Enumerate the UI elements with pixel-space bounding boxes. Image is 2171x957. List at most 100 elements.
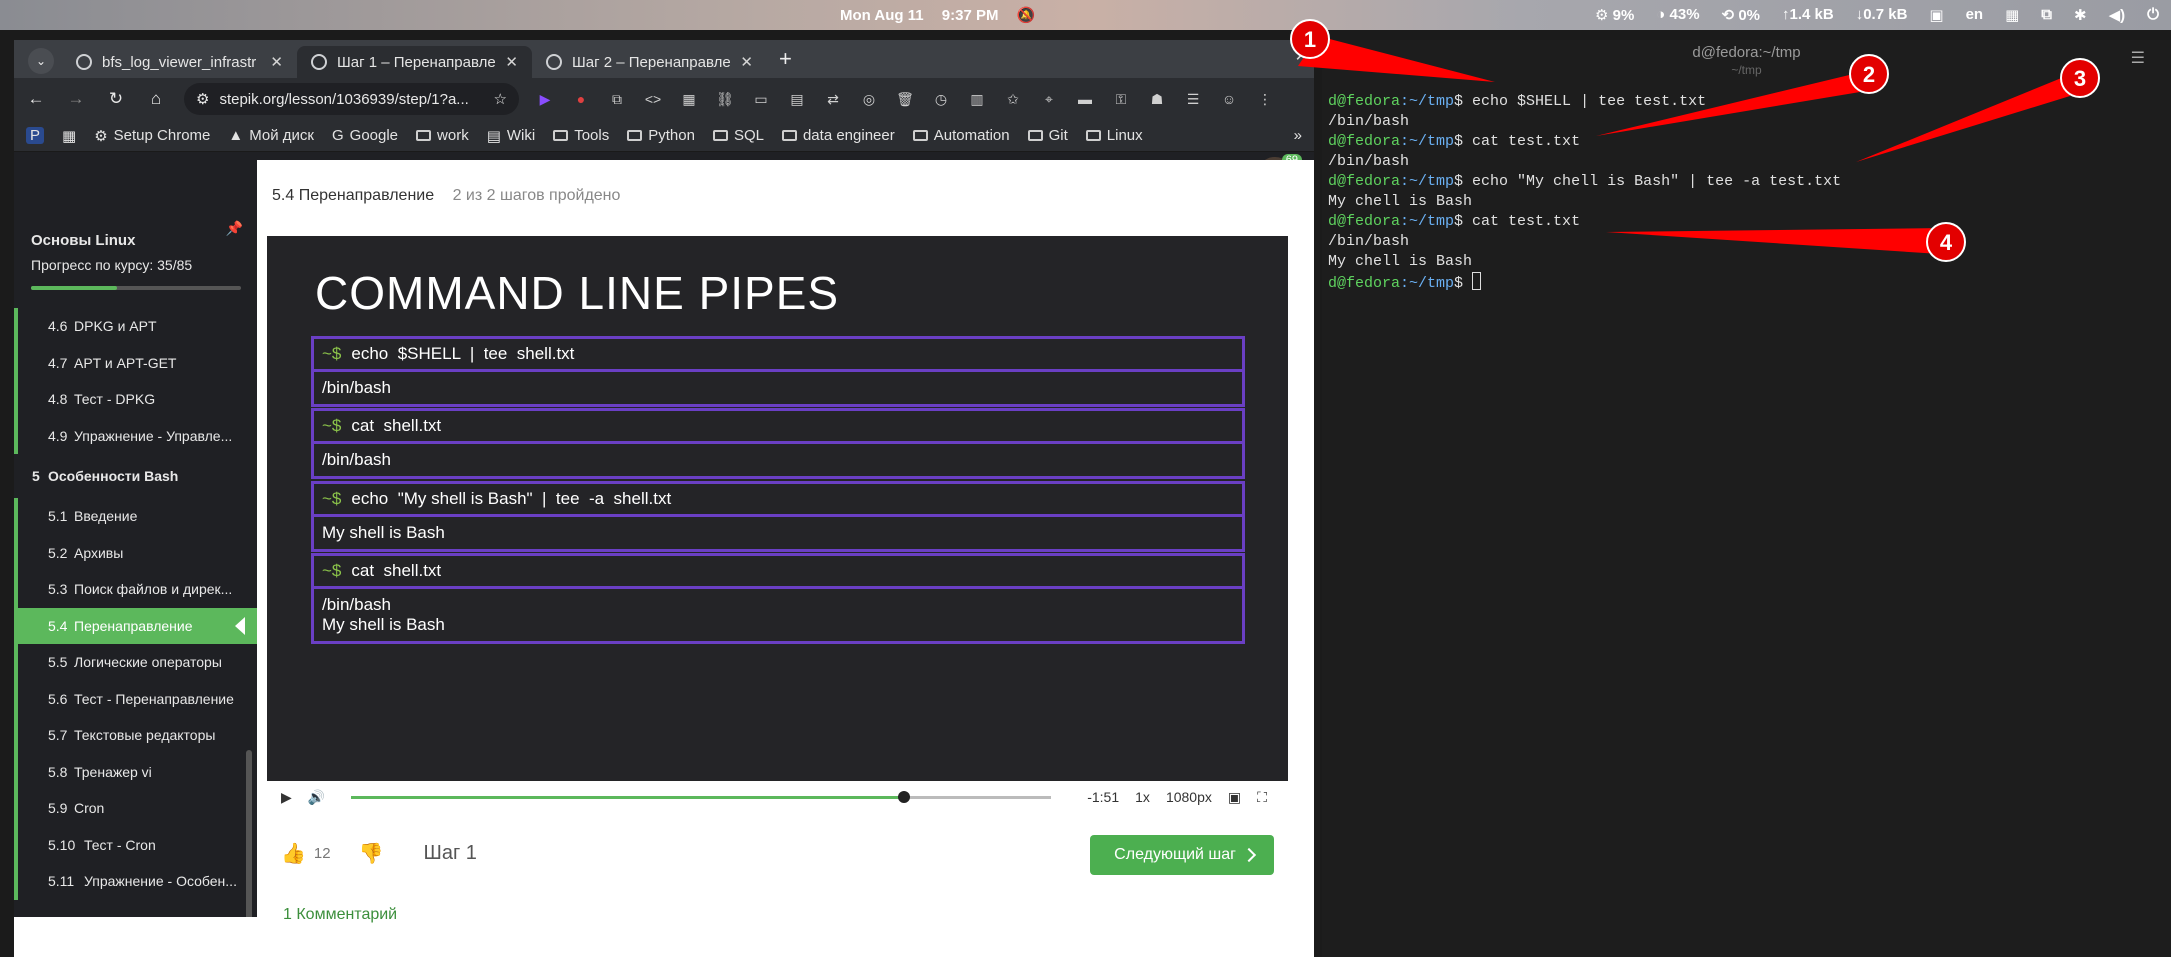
- location-icon[interactable]: ⌖: [1039, 89, 1059, 109]
- bookmark-folder-tools[interactable]: Tools: [553, 127, 609, 144]
- tab-step-2[interactable]: Шаг 2 – Перенаправле ✕: [532, 46, 767, 78]
- sidebar-item[interactable]: 5.10 Тест - Cron: [14, 826, 257, 863]
- volume-icon[interactable]: 🔊: [308, 789, 325, 806]
- cpu-indicator[interactable]: ⚙ 9%: [1595, 6, 1634, 24]
- bookmark-drive[interactable]: ▲ Мой диск: [228, 127, 314, 144]
- seek-bar[interactable]: [351, 790, 1052, 803]
- video-player[interactable]: COMMAND LINE PIPES ~$ echo $SHELL | tee s…: [267, 236, 1288, 781]
- sidebar-item[interactable]: 4.9 Упражнение - Управле...: [14, 417, 257, 454]
- bluetooth-icon[interactable]: ✱: [2074, 6, 2087, 24]
- screenshot-icon[interactable]: ◎: [859, 89, 879, 109]
- sidebar-section[interactable]: 6Доступ и права: [14, 900, 257, 918]
- reload-icon[interactable]: ↻: [104, 89, 128, 109]
- bookmark-folder-python[interactable]: Python: [627, 127, 695, 144]
- sidebar-item[interactable]: 5.11 Упражнение - Особен...: [14, 863, 257, 900]
- bookmark-folder-git[interactable]: Git: [1027, 127, 1068, 144]
- extension-circle-icon[interactable]: ●: [571, 89, 591, 109]
- bookmark-star-icon[interactable]: ☆: [494, 90, 507, 108]
- translate-icon[interactable]: ⇄: [823, 89, 843, 109]
- sidebar-item[interactable]: 5.2 Архивы: [14, 534, 257, 571]
- address-bar[interactable]: ⚙ stepik.org/lesson/1036939/step/1?a... …: [184, 83, 519, 115]
- bookmark-p-icon[interactable]: P: [26, 127, 45, 144]
- link-icon[interactable]: ⛓: [715, 89, 735, 109]
- net-up-indicator[interactable]: ↑1.4 kB: [1782, 6, 1834, 24]
- key-icon[interactable]: ⚿: [1111, 89, 1131, 109]
- apps-icon[interactable]: ▤: [787, 89, 807, 109]
- bookmark-folder-data-engineer[interactable]: data engineer: [781, 127, 895, 144]
- network-icon[interactable]: ⧉: [2041, 6, 2052, 24]
- card-icon[interactable]: ▬: [1075, 89, 1095, 109]
- site-settings-icon[interactable]: ⚙: [196, 90, 209, 108]
- next-step-button[interactable]: Следующий шаг: [1090, 835, 1274, 875]
- trash-icon[interactable]: 🗑: [895, 89, 915, 109]
- bookmark-folder-work[interactable]: work: [416, 127, 469, 144]
- sidebar-section[interactable]: 5 Особенности Bash: [14, 454, 257, 498]
- browser-menu-icon[interactable]: ⋮: [1255, 89, 1275, 109]
- sidebar-item[interactable]: 5.6 Тест - Перенаправление: [14, 680, 257, 717]
- sidebar-item[interactable]: 4.8 Тест - DPKG: [14, 381, 257, 418]
- new-tab-button[interactable]: +: [779, 46, 792, 72]
- language-indicator[interactable]: en: [1966, 6, 1984, 24]
- comments-link[interactable]: 1 Комментарий: [283, 906, 397, 924]
- bookmarks-overflow-icon[interactable]: »: [1294, 127, 1302, 144]
- sidebar-scrollbar[interactable]: [246, 750, 252, 917]
- star-extension-icon[interactable]: ✩: [1003, 89, 1023, 109]
- speed-button[interactable]: 1x: [1135, 789, 1150, 805]
- profile-avatar-icon[interactable]: ☺: [1219, 89, 1239, 109]
- code-icon[interactable]: <>: [643, 89, 663, 109]
- home-icon[interactable]: ⌂: [144, 89, 168, 109]
- pip-icon[interactable]: ▣: [1228, 789, 1241, 806]
- play-icon[interactable]: ▶: [281, 789, 292, 806]
- tab-bfs-log-viewer[interactable]: bfs_log_viewer_infrastr ✕: [62, 46, 297, 78]
- net-down-indicator[interactable]: ↓0.7 kB: [1856, 6, 1908, 24]
- sidebar-item[interactable]: 5.1 Введение: [14, 498, 257, 535]
- extension-play-icon[interactable]: ▶: [535, 89, 555, 109]
- clipboard-icon[interactable]: ▣: [1929, 6, 1943, 24]
- tab-step-1[interactable]: Шаг 1 – Перенаправле ✕: [297, 46, 532, 78]
- sidebar-item[interactable]: 5.7 Текстовые редакторы: [14, 717, 257, 754]
- bookmark-folder-linux[interactable]: Linux: [1085, 127, 1143, 144]
- extension-puzzle-icon[interactable]: ⧉: [607, 89, 627, 109]
- sidebar-item[interactable]: 5.4 Перенаправление: [14, 607, 257, 644]
- tab-search-button[interactable]: ⌄: [28, 48, 54, 74]
- terminal-output[interactable]: d@fedora:~/tmp$ echo $SHELL | tee test.t…: [1328, 92, 1841, 294]
- sidebar-item[interactable]: 4.6 DPKG и APT: [14, 308, 257, 345]
- bookmark-google[interactable]: G Google: [332, 127, 398, 144]
- clock[interactable]: Mon Aug 11 9:37 PM 🔕: [840, 6, 1049, 24]
- sidebar-item[interactable]: 4.7 APT и APT-GET: [14, 344, 257, 381]
- pin-icon[interactable]: 📌: [226, 220, 243, 237]
- grid-icon[interactable]: ▦: [2005, 6, 2019, 24]
- table-icon[interactable]: ▦: [679, 89, 699, 109]
- like-icon[interactable]: 👍: [281, 841, 306, 866]
- volume-icon[interactable]: ◀): [2109, 6, 2126, 24]
- close-tab-icon[interactable]: ✕: [740, 53, 753, 71]
- sidebar-item[interactable]: 5.9 Cron: [14, 790, 257, 827]
- reader-icon[interactable]: ▭: [751, 89, 771, 109]
- reading-list-icon[interactable]: ☰: [1183, 89, 1203, 109]
- history-icon[interactable]: ◷: [931, 89, 951, 109]
- hamburger-menu-icon[interactable]: ☰: [2131, 48, 2145, 68]
- sidebar-item[interactable]: 5.5 Логические операторы: [14, 644, 257, 681]
- notifications-muted-icon[interactable]: 🔕: [1017, 7, 1036, 24]
- dislike-icon[interactable]: 👎: [359, 841, 384, 866]
- back-icon[interactable]: ←: [24, 89, 48, 109]
- terminal-window[interactable]: d@fedora:~/tmp ~/tmp ☰ d@fedora:~/tmp$ e…: [1322, 40, 2171, 957]
- fullscreen-icon[interactable]: ⛶: [1257, 789, 1267, 806]
- apps-grid-icon[interactable]: ▦: [62, 127, 76, 145]
- bookmark-wiki[interactable]: ▤ Wiki: [487, 127, 536, 145]
- swap-indicator[interactable]: ⟲ 0%: [1722, 6, 1760, 24]
- memory-indicator[interactable]: ◑ 43%: [1656, 6, 1699, 24]
- seek-handle[interactable]: [898, 790, 911, 803]
- quality-button[interactable]: 1080px: [1166, 789, 1212, 805]
- close-tab-icon[interactable]: ✕: [505, 53, 518, 71]
- window-close-icon[interactable]: ✕: [1295, 46, 1308, 66]
- close-tab-icon[interactable]: ✕: [270, 53, 283, 71]
- course-title[interactable]: Основы Linux: [31, 232, 135, 249]
- forward-icon[interactable]: →: [64, 89, 88, 109]
- notes-icon[interactable]: ▥: [967, 89, 987, 109]
- bookmark-folder-sql[interactable]: SQL: [712, 127, 764, 144]
- bug-icon[interactable]: ☗: [1147, 89, 1167, 109]
- bookmark-folder-automation[interactable]: Automation: [912, 127, 1010, 144]
- sidebar-item[interactable]: 5.3 Поиск файлов и дирек...: [14, 571, 257, 608]
- power-icon[interactable]: ⏻: [2147, 6, 2159, 24]
